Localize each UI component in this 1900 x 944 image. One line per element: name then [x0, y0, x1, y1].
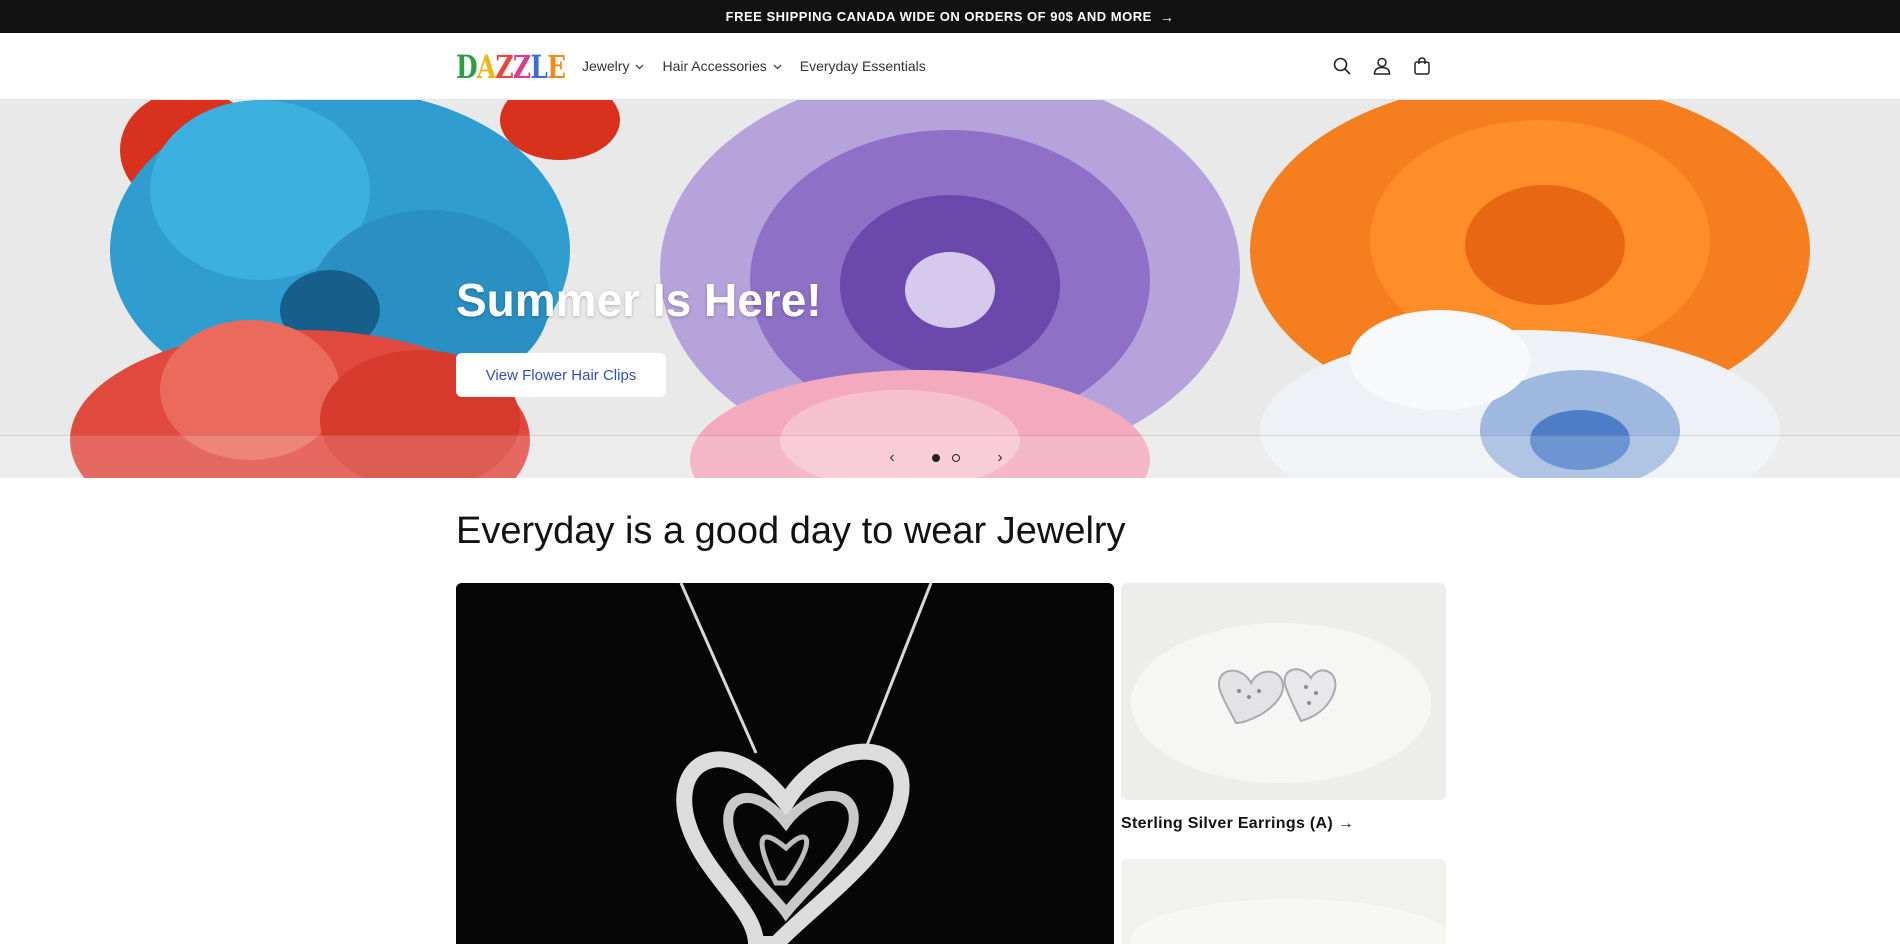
- nav-label: Hair Accessories: [662, 58, 767, 74]
- search-icon[interactable]: [1322, 46, 1362, 86]
- hero-title: Summer Is Here!: [456, 274, 822, 326]
- logo-letter: L: [530, 48, 548, 86]
- collection-item-label: Sterling Silver Earrings (A): [1121, 815, 1334, 832]
- arrow-right-icon: →: [1337, 815, 1355, 832]
- chevron-down-icon: [773, 62, 782, 73]
- nav-item-jewelry[interactable]: Jewelry: [582, 58, 644, 74]
- announcement-bar[interactable]: FREE SHIPPING CANADA WIDE ON ORDERS OF 9…: [0, 0, 1900, 33]
- slide-dot-1[interactable]: [932, 453, 940, 462]
- collection-tile-necklace[interactable]: [456, 583, 1114, 944]
- header-icons: [1322, 33, 1442, 99]
- logo-letter: E: [547, 48, 566, 86]
- chevron-left-icon[interactable]: ‹: [880, 446, 904, 470]
- logo-letter: A: [476, 48, 496, 86]
- slide-dot-2[interactable]: [952, 453, 960, 462]
- heart-earrings-image: [1121, 583, 1446, 800]
- logo-letter: D: [456, 48, 478, 86]
- hero-slideshow: Summer Is Here! View Flower Hair Clips ‹…: [0, 100, 1900, 478]
- announcement-text: FREE SHIPPING CANADA WIDE ON ORDERS OF 9…: [725, 9, 1152, 24]
- collection-heading: Everyday is a good day to wear Jewelry: [456, 510, 1126, 552]
- cart-icon[interactable]: [1402, 46, 1442, 86]
- logo-letter: Z: [495, 48, 513, 86]
- collection-tile-earrings[interactable]: [1121, 583, 1446, 800]
- nav-item-everyday-essentials[interactable]: Everyday Essentials: [800, 58, 926, 74]
- hero-flowers-image: [0, 100, 1900, 478]
- dazzle-logo[interactable]: D A Z Z L E: [456, 47, 566, 87]
- slider-controls: ‹ ›: [880, 436, 1012, 478]
- collection-item-title[interactable]: Sterling Silver Earrings (A) →: [1121, 815, 1354, 833]
- heart-necklace-image: [456, 583, 1114, 944]
- site-header: D A Z Z L E Jewelry Hair Accessories Eve…: [0, 33, 1900, 100]
- jewelry-product-image: [1121, 859, 1446, 944]
- nav-label: Everyday Essentials: [799, 58, 926, 74]
- view-flower-hair-clips-button[interactable]: View Flower Hair Clips: [456, 353, 666, 397]
- slider-controls-bar: ‹ ›: [0, 435, 1900, 478]
- chevron-right-icon[interactable]: ›: [988, 446, 1012, 470]
- collection-tile-next[interactable]: [1121, 859, 1446, 944]
- nav-item-hair-accessories[interactable]: Hair Accessories: [662, 58, 782, 74]
- chevron-down-icon: [635, 62, 644, 73]
- nav-label: Jewelry: [582, 58, 630, 74]
- arrow-right-icon: →: [1159, 8, 1175, 25]
- account-icon[interactable]: [1362, 46, 1402, 86]
- main-nav: Jewelry Hair Accessories Everyday Essent…: [582, 33, 944, 99]
- logo-letter: Z: [512, 48, 531, 86]
